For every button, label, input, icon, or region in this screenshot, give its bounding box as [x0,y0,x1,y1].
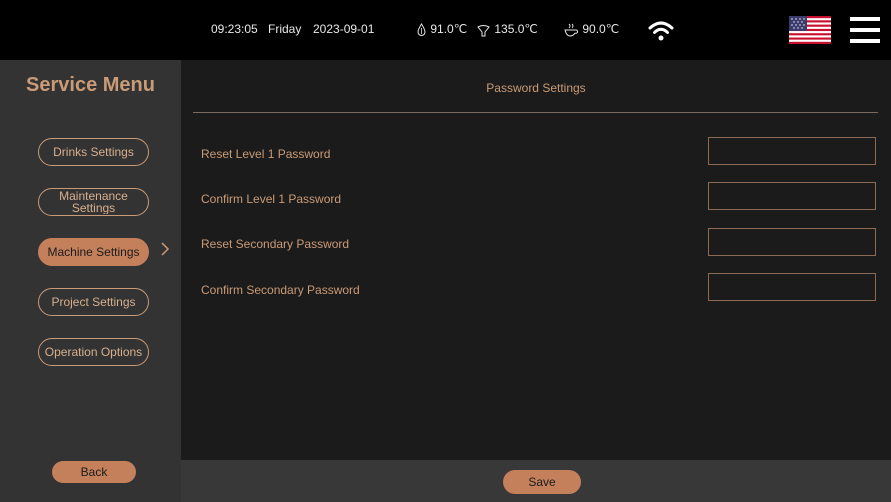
sidebar: Service Menu Drinks Settings Maintenance… [0,60,181,502]
reset-secondary-password-label: Reset Secondary Password [201,237,350,251]
coffee-temp-value: 90.0℃ [582,22,620,36]
confirm-secondary-password-field[interactable] [708,273,876,301]
chevron-right-icon[interactable] [160,241,170,257]
sidebar-item-label: Operation Options [44,345,143,359]
reset-level1-password-label: Reset Level 1 Password [201,147,331,161]
coffee-cup-icon [564,23,579,37]
sidebar-item-label: Machine Settings [47,245,140,259]
date: 2023-09-01 [313,22,375,36]
sidebar-item-label: Maintenance Settings [59,190,128,214]
confirm-level1-password-label: Confirm Level 1 Password [201,192,342,206]
reset-level1-password-field[interactable] [708,137,876,165]
steam-temp: 135.0℃ [476,22,538,37]
sidebar-item-label: Drinks Settings [53,145,134,159]
weekday: Friday [268,22,302,36]
save-button[interactable]: Save [503,470,581,494]
sidebar-item-operation-options[interactable]: Operation Options [38,338,149,366]
water-drop-icon [417,22,426,36]
clock-time: 09:23:05 [211,22,258,36]
steam-temp-value: 135.0℃ [494,22,538,36]
back-button-label: Back [80,465,108,479]
sidebar-item-maintenance-settings[interactable]: Maintenance Settings [38,188,149,216]
page-title: Password Settings [486,81,586,95]
confirm-level1-password-field[interactable] [708,182,876,210]
sidebar-item-label: Project Settings [51,295,136,309]
divider [193,112,878,113]
us-flag-icon[interactable] [789,16,831,44]
sidebar-title: Service Menu [26,74,155,96]
water-temp: 91.0℃ [416,22,467,37]
status-bar: 09:23:05 Friday 2023-09-01 91.0℃ 135.0℃ … [0,0,891,60]
steam-icon [477,24,490,37]
sidebar-item-drinks-settings[interactable]: Drinks Settings [38,138,149,166]
reset-secondary-password-field[interactable] [708,228,876,256]
bottom-action-bar: Save [181,460,891,502]
sidebar-item-project-settings[interactable]: Project Settings [38,288,149,316]
wifi-icon [648,21,674,41]
hamburger-menu-icon[interactable] [850,15,880,45]
main-panel: Password Settings Reset Level 1 Password… [181,60,891,460]
water-temp-value: 91.0℃ [430,22,468,36]
confirm-secondary-password-label: Confirm Secondary Password [201,283,360,297]
save-button-label: Save [528,475,556,489]
sidebar-item-machine-settings[interactable]: Machine Settings [38,238,149,266]
back-button[interactable]: Back [52,461,136,483]
coffee-temp: 90.0℃ [564,22,619,37]
